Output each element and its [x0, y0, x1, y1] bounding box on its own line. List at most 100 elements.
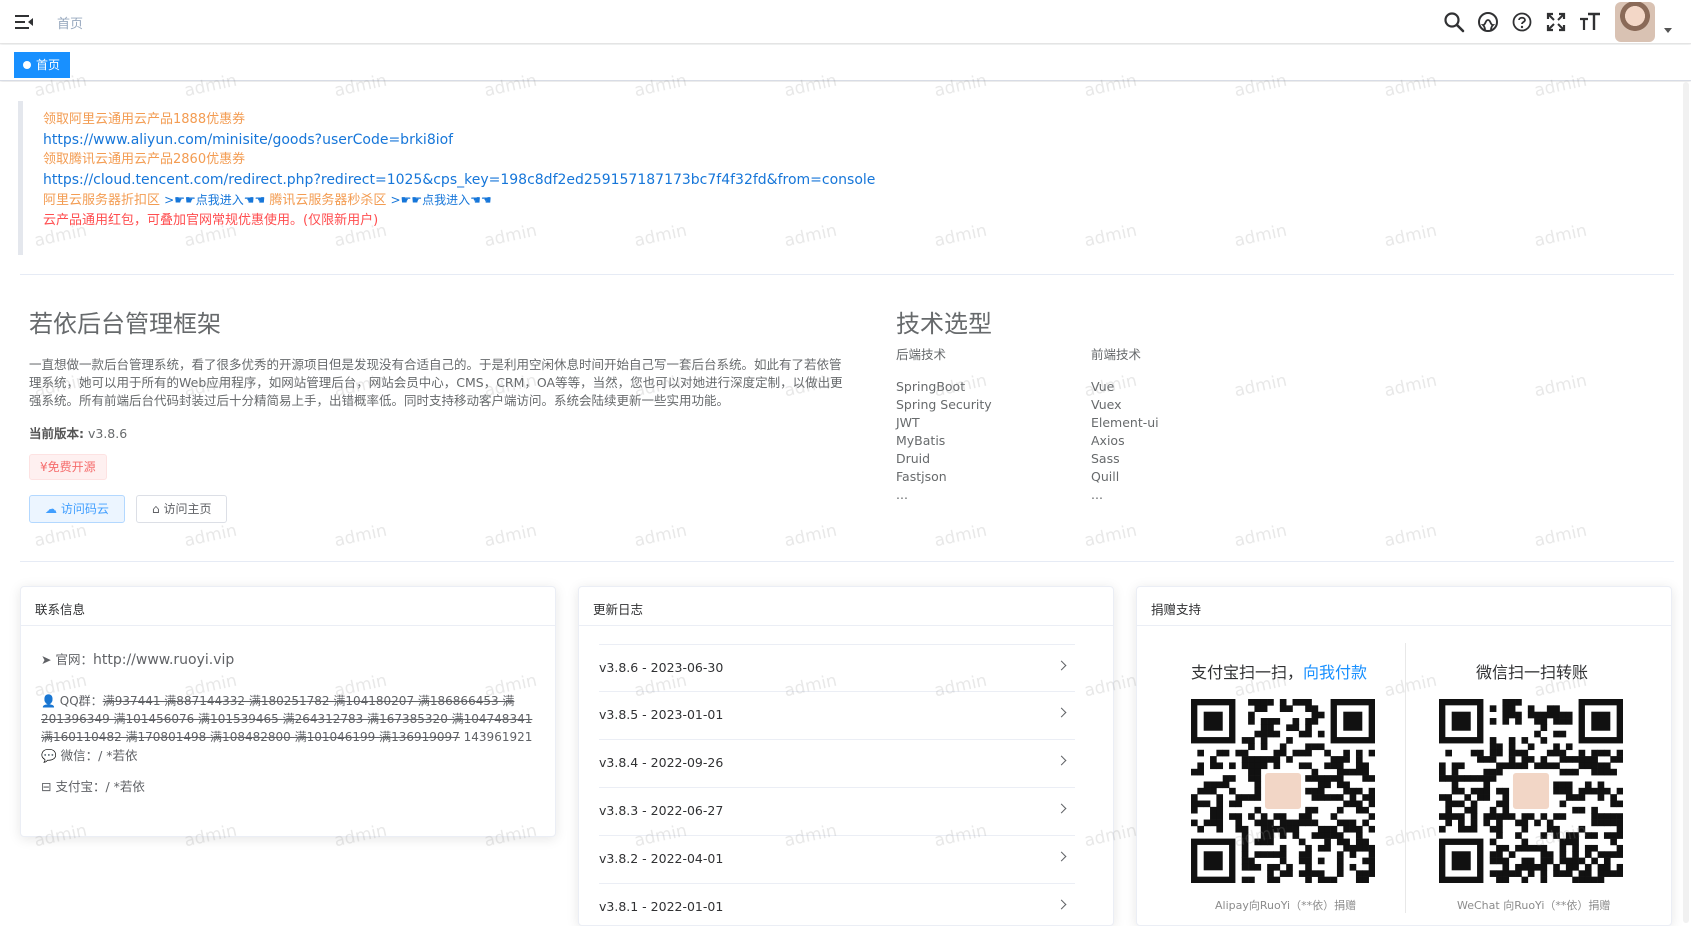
hamburger-icon[interactable]: [14, 12, 34, 32]
promo-aliyun-server-link[interactable]: >☛☛点我进入☚☚: [164, 193, 265, 207]
dashboard-content: 领取阿里云通用云产品1888优惠券 https://www.aliyun.com…: [0, 71, 1691, 926]
divider: [20, 274, 1674, 275]
frontend-tech-title: 前端技术: [1091, 347, 1142, 362]
watermark-text: admin: [1532, 370, 1589, 402]
chevron-right-icon: [1056, 660, 1067, 671]
cloud-icon: ☁: [45, 502, 57, 516]
version-label: 当前版本:: [29, 426, 84, 441]
wechat-line: 💬 微信：/ *若依: [41, 745, 138, 764]
tech-item: Spring Security: [896, 397, 992, 412]
tech-title: 技术选型: [896, 310, 992, 338]
donate-card-header: 捐赠支持: [1137, 587, 1671, 626]
promo-blockquote: 领取阿里云通用云产品1888优惠券 https://www.aliyun.com…: [18, 101, 1318, 255]
question-icon[interactable]: [1511, 11, 1533, 33]
chevron-right-icon: [1056, 899, 1067, 910]
tag-home-label: 首页: [36, 58, 61, 72]
user-icon: 👤: [41, 694, 56, 708]
changelog-item[interactable]: v3.8.2 - 2022-04-01: [599, 836, 1075, 884]
tech-item: ...: [896, 487, 908, 502]
changelog-item[interactable]: v3.8.1 - 2022-01-01: [599, 884, 1075, 925]
alipay-title: 支付宝扫一扫，向我付款: [1191, 659, 1367, 683]
fullscreen-icon[interactable]: [1545, 11, 1567, 33]
changelog-item-title: v3.8.6 - 2023-06-30: [599, 660, 724, 675]
intro-title: 若依后台管理框架: [29, 310, 221, 338]
watermark-text: admin: [1382, 520, 1439, 552]
alipay-title-text: 支付宝扫一扫，: [1191, 663, 1304, 682]
wechat-pay-title: 微信扫一扫转账: [1476, 663, 1589, 682]
tech-item: Sass: [1091, 451, 1120, 466]
chevron-right-icon: [1056, 707, 1067, 718]
search-icon[interactable]: [1443, 11, 1465, 33]
changelog-item-title: v3.8.1 - 2022-01-01: [599, 899, 724, 914]
money-icon: ⊟: [41, 779, 52, 794]
qq-open-group: 143961921: [463, 730, 533, 744]
contact-card: 联系信息 ➤ 官网：http://www.ruoyi.vip 👤 QQ群：满93…: [20, 586, 556, 837]
watermark-text: admin: [782, 520, 839, 552]
intro-description: 一直想做一款后台管理系统，看了很多优秀的开源项目但是发现没有合适自己的。于是利用…: [29, 357, 843, 408]
changelog-item-title: v3.8.5 - 2023-01-01: [599, 707, 724, 722]
tech-item: Druid: [896, 451, 931, 466]
qq-label: QQ群：: [59, 694, 103, 708]
changelog-item-title: v3.8.2 - 2022-04-01: [599, 851, 724, 866]
divider: [1405, 643, 1406, 913]
current-version: 当前版本: v3.8.6: [29, 423, 127, 442]
free-open-source-tag: ¥免费开源: [29, 454, 107, 480]
alipay-qr-code: [1191, 699, 1375, 883]
promo-redpacket-text: 云产品通用红包，可叠加官网常规优惠使用。(仅限新用户): [43, 213, 379, 228]
wechat-qr-code: [1439, 699, 1623, 883]
tech-item: Element-ui: [1091, 415, 1159, 430]
watermark-text: admin: [632, 520, 689, 552]
website-link[interactable]: http://www.ruoyi.vip: [93, 652, 234, 668]
user-avatar[interactable]: [1615, 2, 1655, 42]
alipay-pay-highlight: 向我付款: [1303, 663, 1368, 682]
changelog-item[interactable]: v3.8.5 - 2023-01-01: [599, 692, 1075, 740]
wechat-label: 微信：: [60, 748, 99, 763]
visit-gitee-button[interactable]: ☁ 访问码云: [29, 495, 125, 523]
tech-item: SpringBoot: [896, 379, 966, 394]
visit-home-button[interactable]: ⌂ 访问主页: [136, 495, 228, 523]
frontend-tech-list: 前端技术 Vue Vuex Element-ui Axios Sass Quil…: [1091, 346, 1159, 504]
qq-groups: 👤 QQ群：满937441 满887144332 满180251782 满104…: [41, 692, 541, 746]
tech-item: JWT: [896, 415, 920, 430]
watermark-text: admin: [1082, 520, 1139, 552]
chevron-right-icon: [1056, 755, 1067, 766]
watermark-text: admin: [32, 520, 89, 552]
changelog-item-title: v3.8.3 - 2022-06-27: [599, 803, 724, 818]
website-label: 官网：: [55, 652, 93, 667]
watermark-text: admin: [182, 520, 239, 552]
alipay-line: ⊟ 支付宝：/ *若依: [41, 776, 145, 795]
tags-view: 首页: [0, 45, 1691, 81]
watermark-text: admin: [1532, 520, 1589, 552]
website-line: ➤ 官网：http://www.ruoyi.vip: [41, 649, 234, 668]
caret-down-icon[interactable]: [1664, 28, 1672, 33]
chevron-right-icon: [1056, 851, 1067, 862]
divider: [20, 561, 1674, 562]
qq-full-groups: 满937441 满887144332 满180251782 满104180207…: [41, 694, 533, 744]
promo-aliyun-link[interactable]: https://www.aliyun.com/minisite/goods?us…: [43, 130, 1318, 150]
chat-icon: 💬: [41, 748, 57, 763]
wechat-caption: WeChat 向RuoYi（**依）捐赠: [1457, 899, 1611, 912]
watermark-text: admin: [932, 520, 989, 552]
watermark-text: admin: [482, 520, 539, 552]
tag-home[interactable]: 首页: [14, 52, 71, 78]
font-size-icon[interactable]: [1579, 11, 1601, 33]
changelog-card-header: 更新日志: [579, 587, 1113, 626]
changelog-item[interactable]: v3.8.6 - 2023-06-30: [599, 644, 1075, 692]
version-value: v3.8.6: [87, 426, 128, 441]
github-icon[interactable]: [1477, 11, 1499, 33]
promo-tencent-server: 腾讯云服务器秒杀区: [269, 193, 387, 208]
scrollbar[interactable]: [1681, 82, 1691, 923]
breadcrumb[interactable]: 首页: [57, 13, 83, 32]
tag-dot-icon: [23, 61, 31, 69]
promo-tencent-server-link[interactable]: >☛☛点我进入☚☚: [391, 193, 492, 207]
backend-tech-title: 后端技术: [896, 347, 947, 362]
tech-item: Fastjson: [896, 469, 947, 484]
changelog-item[interactable]: v3.8.3 - 2022-06-27: [599, 788, 1075, 836]
promo-tencent-link[interactable]: https://cloud.tencent.com/redirect.php?r…: [43, 170, 1318, 190]
tech-item: ...: [1091, 487, 1103, 502]
navbar: 首页: [0, 0, 1691, 44]
watermark-text: admin: [1232, 370, 1289, 402]
tech-item: Quill: [1091, 469, 1120, 484]
tech-item: Vue: [1091, 379, 1115, 394]
changelog-item[interactable]: v3.8.4 - 2022-09-26: [599, 740, 1075, 788]
